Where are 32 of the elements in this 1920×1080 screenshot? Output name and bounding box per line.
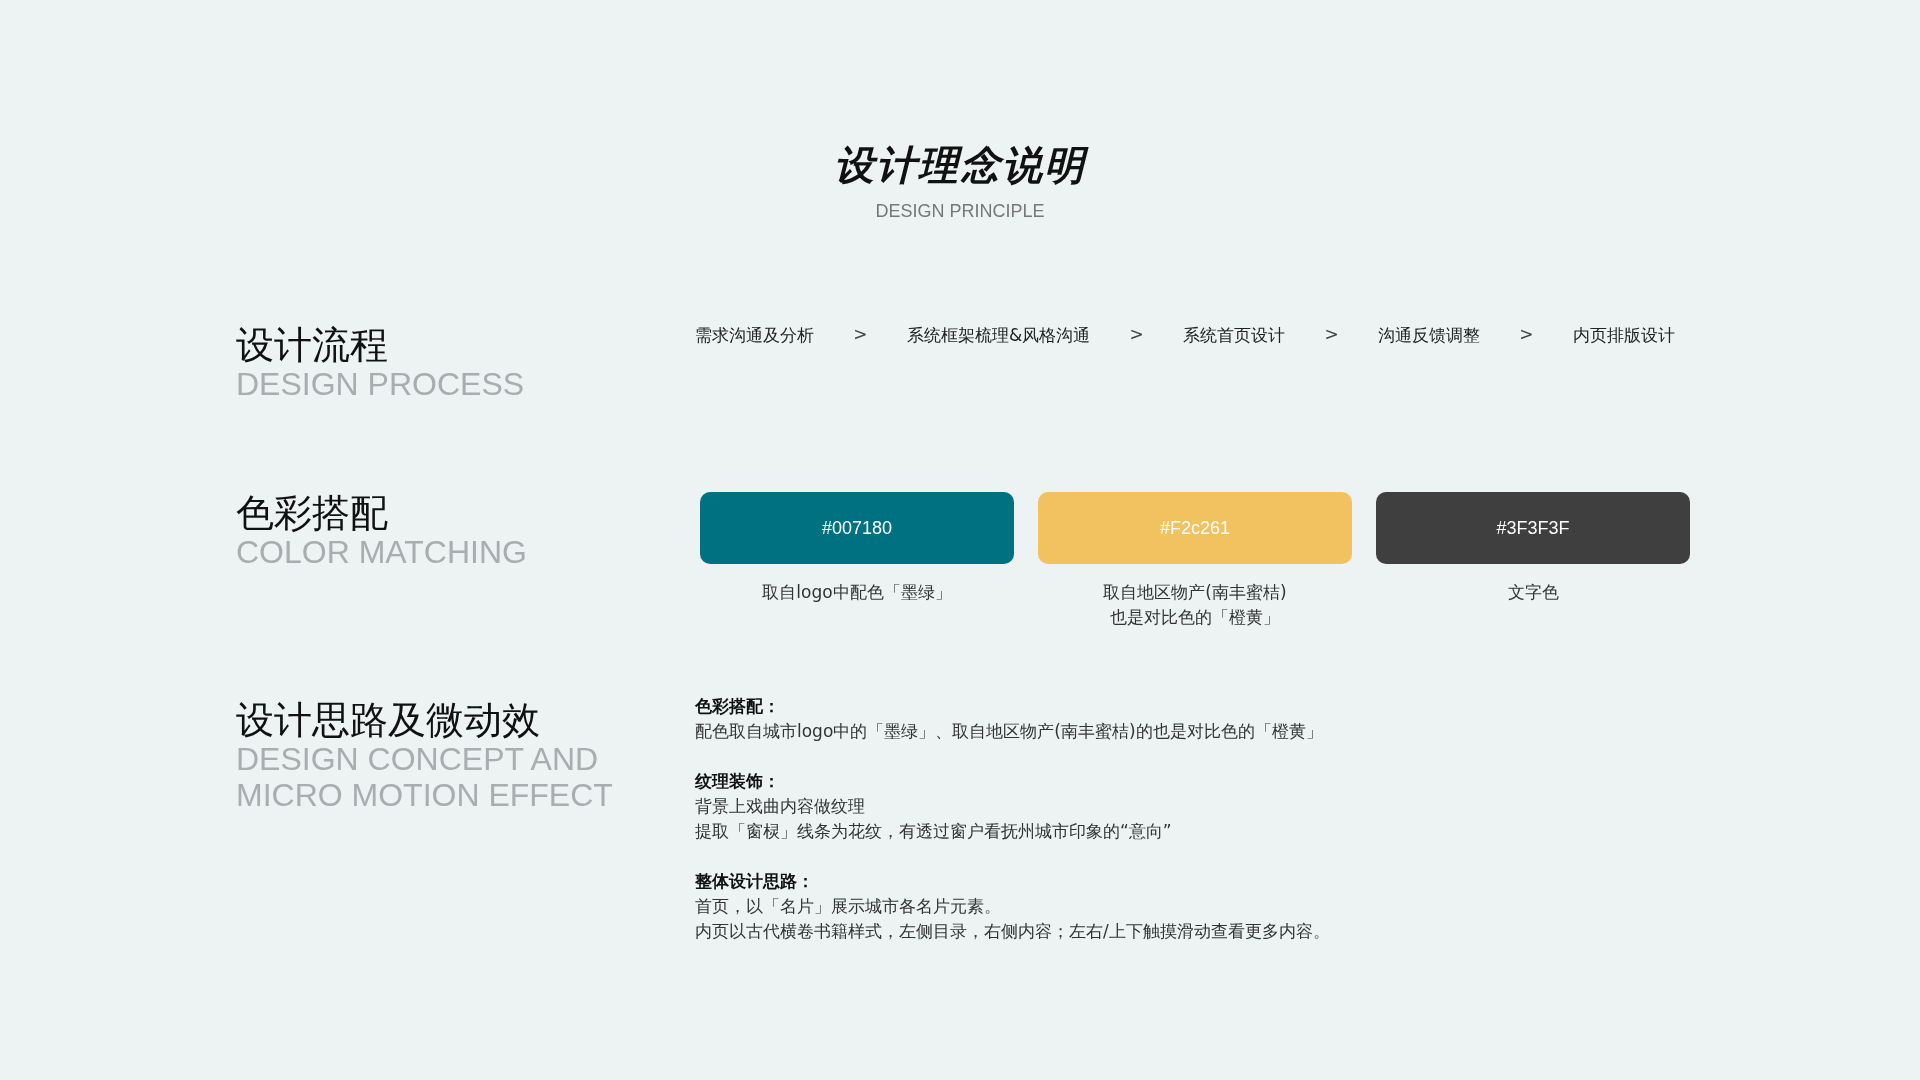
page-subtitle: DESIGN PRINCIPLE bbox=[875, 201, 1045, 222]
section-title: 设计思路及微动效 bbox=[236, 699, 541, 741]
color-swatch: #3F3F3F bbox=[1376, 492, 1690, 564]
note-heading: 纹理装饰： bbox=[695, 770, 781, 793]
note-heading: 色彩搭配： bbox=[695, 695, 781, 718]
process-step: 沟通反馈调整 bbox=[1378, 324, 1480, 402]
section-title: 色彩搭配 bbox=[236, 492, 389, 534]
section-subtitle: DESIGN PROCESS bbox=[236, 366, 526, 402]
process-step: 内页排版设计 bbox=[1572, 324, 1675, 402]
process-step: 系统首页设计 bbox=[1183, 324, 1286, 402]
swatch-caption: 取自logo中配色「墨绿」 bbox=[762, 581, 952, 604]
section-subtitle: COLOR MATCHING bbox=[236, 534, 528, 570]
swatch-caption: 取自地区物产(南丰蜜桔) bbox=[1103, 581, 1287, 604]
process-step: 需求沟通及分析 bbox=[695, 324, 814, 402]
note-text: 提取「窗棂」线条为花纹，有透过窗户看抚州城市印象的“意向” bbox=[695, 820, 1173, 843]
step-separator: > bbox=[1324, 324, 1339, 346]
swatch-caption: 也是对比色的「橙黄」 bbox=[1110, 606, 1280, 629]
note-text: 配色取自城市logo中的「墨绿」、取自地区物产(南丰蜜桔)的也是对比色的「橙黄」 bbox=[695, 720, 1324, 743]
note-text: 首页，以「名片」展示城市各名片元素。 bbox=[695, 895, 1002, 918]
swatch-caption: 文字色 bbox=[1507, 581, 1559, 604]
step-separator: > bbox=[853, 324, 868, 346]
step-separator: > bbox=[1129, 324, 1144, 346]
section-subtitle: DESIGN CONCEPT AND bbox=[236, 741, 600, 777]
section-subtitle: MICRO MOTION EFFECT bbox=[236, 777, 614, 813]
note-heading: 整体设计思路： bbox=[695, 870, 815, 893]
process-step: 系统框架梳理&风格沟通 bbox=[906, 324, 1091, 402]
color-swatch: #F2c261 bbox=[1038, 492, 1352, 564]
note-text: 背景上戏曲内容做纹理 bbox=[695, 795, 866, 818]
step-separator: > bbox=[1519, 324, 1534, 346]
section-title: 设计流程 bbox=[236, 324, 389, 366]
note-text: 内页以古代横卷书籍样式，左侧目录，右侧内容；左右/上下触摸滑动查看更多内容。 bbox=[695, 920, 1330, 943]
color-swatch: #007180 bbox=[700, 492, 1014, 564]
